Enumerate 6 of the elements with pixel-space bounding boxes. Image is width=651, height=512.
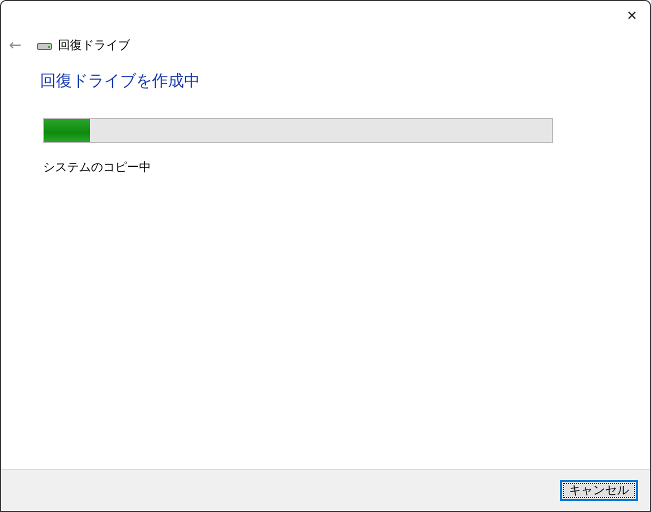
drive-icon [37, 40, 52, 50]
status-text: システムのコピー中 [43, 159, 152, 176]
cancel-button[interactable]: キャンセル [560, 480, 638, 501]
page-heading: 回復ドライブを作成中 [40, 71, 201, 92]
window-title: 回復ドライブ [58, 36, 130, 54]
close-button[interactable]: ✕ [614, 1, 650, 31]
